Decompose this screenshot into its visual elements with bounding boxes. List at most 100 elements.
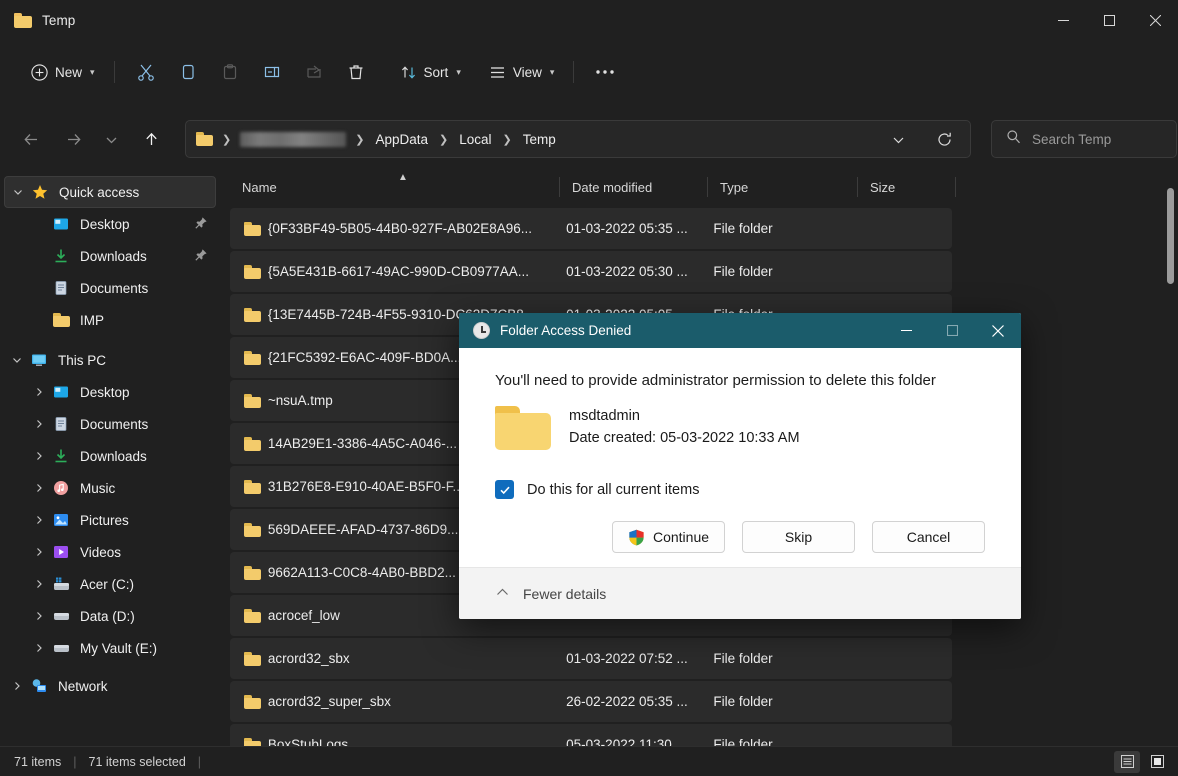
table-row[interactable]: acrord32_sbx 01-03-2022 07:52 ... File f… bbox=[230, 638, 952, 679]
sidebar-item-quick-access[interactable]: Quick access bbox=[4, 176, 216, 208]
sidebar-item-desktop-pc[interactable]: Desktop bbox=[4, 376, 216, 408]
table-row[interactable]: {0F33BF49-5B05-44B0-927F-AB02E8A96... 01… bbox=[230, 208, 952, 249]
sidebar-item-my-vault-e[interactable]: My Vault (E:) bbox=[4, 632, 216, 664]
downloads-icon bbox=[50, 448, 72, 464]
pin-icon[interactable] bbox=[194, 248, 208, 265]
delete-button[interactable] bbox=[335, 54, 377, 90]
desktop-icon bbox=[50, 216, 72, 232]
do-this-for-all-checkbox-row[interactable]: Do this for all current items bbox=[495, 480, 1021, 499]
documents-icon bbox=[50, 280, 72, 296]
navigation-sidebar[interactable]: Quick access Desktop Downloads bbox=[0, 176, 222, 746]
sidebar-item-downloads-qa[interactable]: Downloads bbox=[4, 240, 216, 272]
dialog-close-button[interactable] bbox=[975, 313, 1021, 348]
up-button[interactable] bbox=[134, 122, 168, 156]
minimize-button[interactable] bbox=[1040, 0, 1086, 40]
skip-button[interactable]: Skip bbox=[742, 521, 855, 553]
table-row[interactable]: {5A5E431B-6617-49AC-990D-CB0977AA... 01-… bbox=[230, 251, 952, 292]
file-date: 01-03-2022 05:30 ... bbox=[566, 264, 713, 279]
continue-button[interactable]: Continue bbox=[612, 521, 725, 553]
sidebar-item-documents-qa[interactable]: Documents bbox=[4, 272, 216, 304]
recent-locations-button[interactable] bbox=[94, 122, 128, 156]
copy-button[interactable] bbox=[167, 54, 209, 90]
breadcrumb-temp[interactable]: Temp bbox=[519, 129, 560, 150]
sidebar-item-music[interactable]: Music bbox=[4, 472, 216, 504]
folder-access-denied-dialog[interactable]: Folder Access Denied You'll need to prov… bbox=[459, 313, 1021, 619]
breadcrumb-local[interactable]: Local bbox=[455, 129, 495, 150]
table-row[interactable]: acrord32_super_sbx 26-02-2022 05:35 ... … bbox=[230, 681, 952, 722]
file-type: File folder bbox=[713, 694, 862, 709]
column-header-date-modified[interactable]: Date modified bbox=[560, 170, 708, 204]
chevron-right-icon[interactable] bbox=[28, 578, 50, 590]
search-box[interactable]: Search Temp bbox=[991, 120, 1177, 158]
sidebar-item-data-d[interactable]: Data (D:) bbox=[4, 600, 216, 632]
sidebar-item-label: Quick access bbox=[59, 185, 139, 200]
more-button[interactable] bbox=[584, 54, 626, 90]
breadcrumb-redacted-segment[interactable] bbox=[240, 132, 346, 147]
chevron-right-icon[interactable] bbox=[28, 514, 50, 526]
view-button[interactable]: View ▾ bbox=[480, 54, 564, 90]
sidebar-item-downloads-pc[interactable]: Downloads bbox=[4, 440, 216, 472]
chevron-right-icon[interactable] bbox=[28, 546, 50, 558]
chevron-right-icon[interactable] bbox=[28, 610, 50, 622]
chevron-down-icon[interactable] bbox=[6, 354, 28, 366]
paste-button[interactable] bbox=[209, 54, 251, 90]
maximize-button[interactable] bbox=[1086, 0, 1132, 40]
folder-icon bbox=[238, 222, 268, 236]
file-type: File folder bbox=[713, 651, 862, 666]
details-view-button[interactable] bbox=[1114, 751, 1140, 773]
fewer-details-toggle[interactable]: Fewer details bbox=[495, 585, 606, 603]
large-icons-view-button[interactable] bbox=[1144, 751, 1170, 773]
breadcrumb-separator: ❯ bbox=[432, 133, 455, 146]
sidebar-item-videos[interactable]: Videos bbox=[4, 536, 216, 568]
sort-button[interactable]: Sort ▾ bbox=[391, 54, 470, 90]
rename-button[interactable] bbox=[251, 54, 293, 90]
forward-button[interactable] bbox=[56, 122, 90, 156]
vertical-scrollbar[interactable] bbox=[1165, 188, 1175, 740]
chevron-down-icon[interactable] bbox=[7, 186, 29, 198]
close-button[interactable] bbox=[1132, 0, 1178, 40]
cancel-button-label: Cancel bbox=[907, 529, 951, 545]
chevron-right-icon[interactable] bbox=[28, 386, 50, 398]
column-header-name[interactable]: Name ▲ bbox=[230, 170, 560, 204]
sidebar-item-documents-pc[interactable]: Documents bbox=[4, 408, 216, 440]
window-title: Temp bbox=[42, 13, 75, 28]
search-input[interactable]: Search Temp bbox=[1032, 132, 1111, 147]
chevron-right-icon[interactable] bbox=[28, 482, 50, 494]
pin-icon[interactable] bbox=[194, 216, 208, 233]
chevron-right-icon[interactable] bbox=[28, 642, 50, 654]
chevron-right-icon[interactable] bbox=[28, 418, 50, 430]
previous-locations-button[interactable] bbox=[882, 123, 914, 155]
dialog-minimize-button[interactable] bbox=[883, 313, 929, 348]
address-bar[interactable]: ❯ ❯ AppData ❯ Local ❯ Temp bbox=[185, 120, 971, 158]
column-header-type[interactable]: Type bbox=[708, 170, 858, 204]
table-row[interactable]: BoxStubLogs 05-03-2022 11:30 ... File fo… bbox=[230, 724, 952, 746]
sidebar-item-desktop-qa[interactable]: Desktop bbox=[4, 208, 216, 240]
column-header-size[interactable]: Size bbox=[858, 170, 956, 204]
scrollbar-thumb[interactable] bbox=[1167, 188, 1174, 284]
folder-icon bbox=[238, 609, 268, 623]
column-header-label: Size bbox=[870, 180, 895, 195]
file-name: {0F33BF49-5B05-44B0-927F-AB02E8A96... bbox=[268, 221, 566, 236]
sidebar-item-network[interactable]: Network bbox=[4, 670, 216, 702]
sidebar-item-acer-c[interactable]: Acer (C:) bbox=[4, 568, 216, 600]
status-divider: | bbox=[73, 755, 76, 769]
column-headers: Name ▲ Date modified Type Size bbox=[230, 170, 1178, 204]
dialog-maximize-button[interactable] bbox=[929, 313, 975, 348]
sidebar-item-pictures[interactable]: Pictures bbox=[4, 504, 216, 536]
breadcrumb-appdata[interactable]: AppData bbox=[371, 129, 432, 150]
folder-icon bbox=[495, 406, 551, 450]
dialog-buttons: Continue Skip Cancel bbox=[495, 521, 1021, 553]
cancel-button[interactable]: Cancel bbox=[872, 521, 985, 553]
sidebar-item-this-pc[interactable]: This PC bbox=[4, 344, 216, 376]
sidebar-item-label: Pictures bbox=[80, 513, 129, 528]
sidebar-item-imp[interactable]: IMP bbox=[4, 304, 216, 336]
new-button[interactable]: New ▾ bbox=[22, 54, 104, 90]
refresh-button[interactable] bbox=[928, 123, 960, 155]
chevron-right-icon[interactable] bbox=[6, 680, 28, 692]
chevron-right-icon[interactable] bbox=[28, 450, 50, 462]
checkbox[interactable] bbox=[495, 480, 514, 499]
share-button[interactable] bbox=[293, 54, 335, 90]
cut-button[interactable] bbox=[125, 54, 167, 90]
back-button[interactable] bbox=[14, 122, 48, 156]
status-bar: 71 items | 71 items selected | bbox=[0, 746, 1178, 776]
